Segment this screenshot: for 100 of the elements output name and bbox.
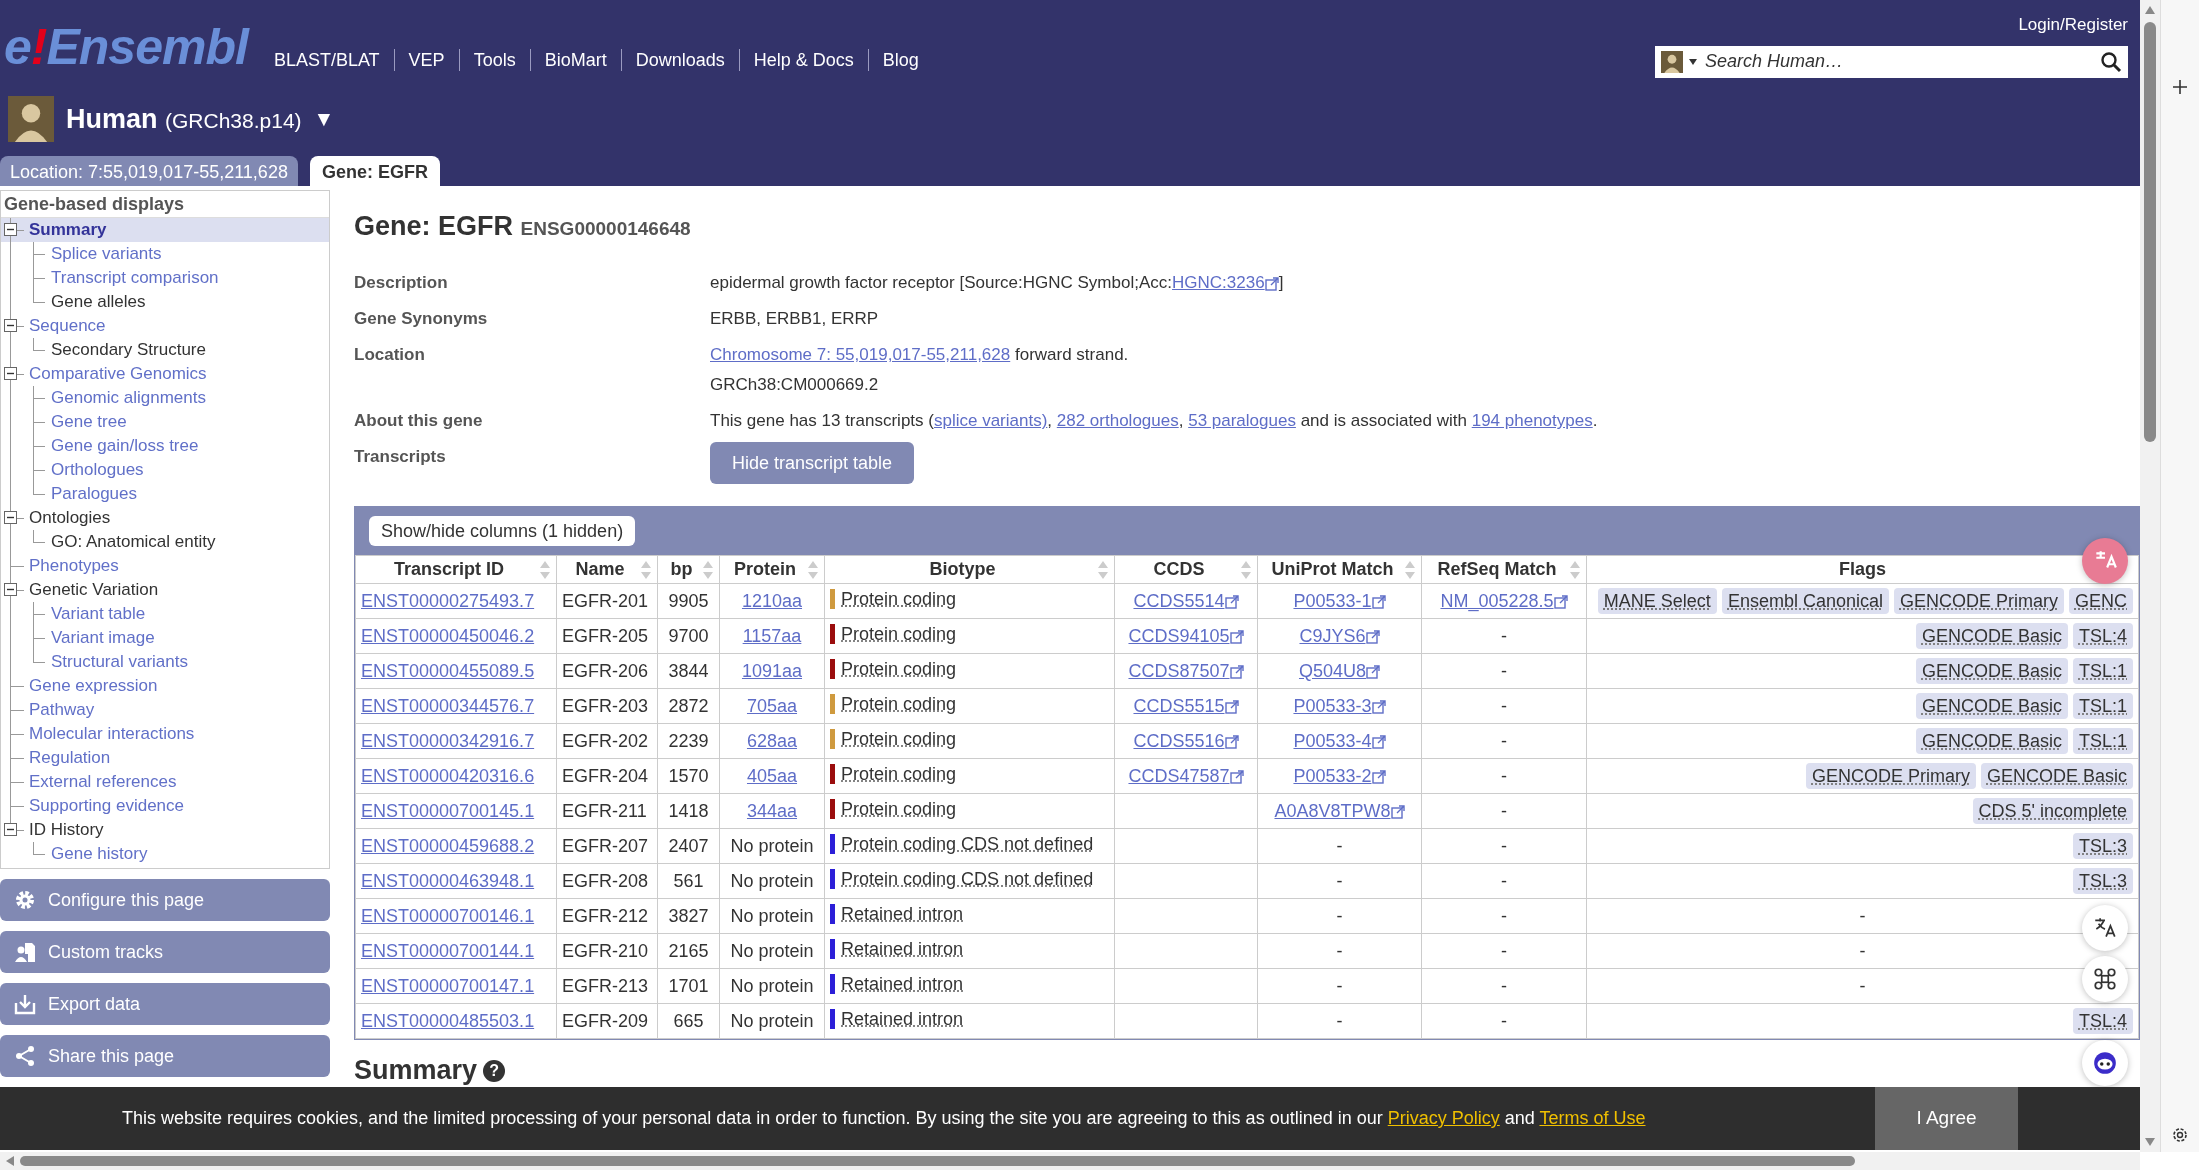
collapse-icon[interactable]: [4, 367, 17, 380]
collapse-icon[interactable]: [4, 583, 17, 596]
help-icon[interactable]: ?: [483, 1059, 506, 1082]
table-cell: EGFR-208: [556, 863, 658, 899]
link[interactable]: HGNC:3236: [1172, 273, 1279, 293]
link[interactable]: Privacy Policy: [1387, 1108, 1500, 1128]
search-icon[interactable]: [2100, 50, 2122, 73]
sidebar-item[interactable]: Gene history: [51, 842, 329, 866]
link[interactable]: Terms of Use: [1539, 1108, 1646, 1128]
link[interactable]: 53 paralogues: [1188, 411, 1296, 431]
sidebar-item[interactable]: External references: [29, 770, 329, 794]
external-link-icon: [1371, 770, 1386, 785]
table-cell: No protein: [730, 975, 814, 996]
link[interactable]: splice variants): [933, 411, 1048, 431]
sidebar-item[interactable]: Transcript comparison: [51, 266, 329, 290]
scrollbar-thumb[interactable]: [2144, 22, 2156, 442]
table-cell: No protein: [730, 1010, 814, 1031]
sidebar-item[interactable]: Genomic alignments: [51, 386, 329, 410]
sidebar-item[interactable]: Gene expression: [29, 674, 329, 698]
nav-link[interactable]: Downloads: [620, 49, 739, 71]
sidebar-item[interactable]: Orthologues: [51, 458, 329, 482]
table-cell: 1701: [657, 968, 720, 1004]
nav-link[interactable]: Help & Docs: [738, 49, 868, 71]
translate-icon[interactable]: [2082, 905, 2128, 951]
scroll-left-icon[interactable]: [6, 1156, 14, 1166]
link[interactable]: 194 phenotypes: [1471, 411, 1593, 431]
sidebar-item[interactable]: Variant table: [51, 602, 329, 626]
sidebar-item[interactable]: Paralogues: [51, 482, 329, 506]
plus-icon[interactable]: [2173, 80, 2187, 94]
nav-link[interactable]: VEP: [393, 49, 459, 71]
sidebar-item: GO: Anatomical entity: [51, 531, 217, 553]
species-name[interactable]: Human (GRCh38.p14): [66, 98, 302, 140]
sidebar-item[interactable]: Regulation: [29, 746, 329, 770]
nav-link[interactable]: Tools: [458, 49, 530, 71]
biotype-label: Retained intron: [841, 1007, 964, 1031]
sidebar-item[interactable]: Gene gain/loss tree: [51, 434, 329, 458]
collapse-icon[interactable]: [4, 511, 17, 524]
tab[interactable]: Gene: EGFR: [309, 156, 440, 186]
sidebar-button[interactable]: Export data: [0, 983, 330, 1025]
biotype-label: Protein coding: [841, 797, 957, 821]
sidebar-item[interactable]: Splice variants: [51, 242, 329, 266]
collapse-icon[interactable]: [4, 223, 17, 236]
scroll-up-icon[interactable]: [2145, 6, 2155, 14]
sidebar-item: Genetic Variation: [29, 579, 160, 601]
command-icon[interactable]: [2082, 956, 2128, 1002]
login-link[interactable]: Login/Register: [2018, 12, 2128, 38]
sidebar-button[interactable]: Share this page: [0, 1035, 330, 1077]
biotype-label: Protein coding: [841, 622, 957, 646]
sidebar-button[interactable]: Custom tracks: [0, 931, 330, 973]
sidebar-button[interactable]: Configure this page: [0, 879, 330, 921]
table-cell: 1418: [657, 793, 720, 829]
scrollbar-thumb[interactable]: [20, 1156, 1855, 1166]
ensembl-logo[interactable]: e!Ensembl: [4, 22, 248, 90]
sidebar-item[interactable]: Sequence: [29, 314, 329, 338]
caret-icon[interactable]: ▼: [313, 103, 335, 135]
flag-tag: GENCODE Basic: [1915, 728, 2068, 755]
settings-icon[interactable]: [2171, 1126, 2189, 1144]
biotype-label: Protein coding CDS not defined: [841, 832, 1094, 856]
table-cell: EGFR-212: [556, 898, 658, 934]
hide-table-button[interactable]: Hide transcript table: [710, 442, 915, 485]
download-tray-icon: [14, 993, 36, 1015]
sidebar-item[interactable]: Comparative Genomics: [29, 362, 329, 386]
sidebar-item[interactable]: Phenotypes: [29, 554, 329, 578]
collapse-icon[interactable]: [4, 823, 17, 836]
table-cell: EGFR-204: [556, 758, 658, 794]
caret-icon[interactable]: [1689, 58, 1697, 65]
search-field[interactable]: Search Human…: [1703, 47, 2094, 76]
sidebar-item[interactable]: Structural variants: [51, 650, 329, 674]
sidebar-item[interactable]: Summary: [1, 218, 329, 242]
table-cell: 2165: [657, 933, 720, 969]
table-cell-text: -: [1859, 974, 1866, 998]
table-cell: No protein: [730, 905, 814, 926]
external-link-icon: [1553, 595, 1568, 610]
table-cell: -: [1501, 940, 1507, 961]
flag-tag: TSL:3: [2072, 868, 2133, 895]
link[interactable]: Chromosome 7: 55,019,017-55,211,628: [710, 345, 1011, 365]
agree-button[interactable]: I Agree: [1875, 1087, 2018, 1150]
sidebar-item: Ontologies: [29, 507, 112, 529]
tab[interactable]: Location: 7:55,019,017-55,211,628: [0, 156, 298, 186]
sidebar-item[interactable]: Pathway: [29, 698, 329, 722]
scroll-down-icon[interactable]: [2145, 1138, 2155, 1146]
external-link-icon: [1371, 700, 1386, 715]
sidebar-item[interactable]: Supporting evidence: [29, 794, 329, 818]
search-bar[interactable]: Search Human…: [1655, 45, 2128, 78]
sidebar-item[interactable]: Gene tree: [51, 410, 329, 434]
sidebar-item[interactable]: Variant image: [51, 626, 329, 650]
nav-link[interactable]: BioMart: [529, 49, 621, 71]
collapse-icon[interactable]: [4, 319, 17, 332]
link[interactable]: 282 orthologues: [1056, 411, 1179, 431]
table-cell: -: [1501, 625, 1507, 646]
biotype-label: Protein coding: [841, 587, 957, 611]
table-cell: 9905: [657, 583, 720, 619]
robot-face-icon[interactable]: [2082, 1040, 2128, 1086]
table-cell: -: [1501, 975, 1507, 996]
table-cell: -: [1336, 1010, 1343, 1031]
table-cell: -: [1336, 940, 1343, 961]
show-hide-columns-button[interactable]: Show/hide columns (1 hidden): [369, 516, 636, 547]
nav-link[interactable]: BLAST/BLAT: [259, 49, 394, 71]
sidebar-item[interactable]: Molecular interactions: [29, 722, 329, 746]
nav-link[interactable]: Blog: [867, 49, 933, 71]
